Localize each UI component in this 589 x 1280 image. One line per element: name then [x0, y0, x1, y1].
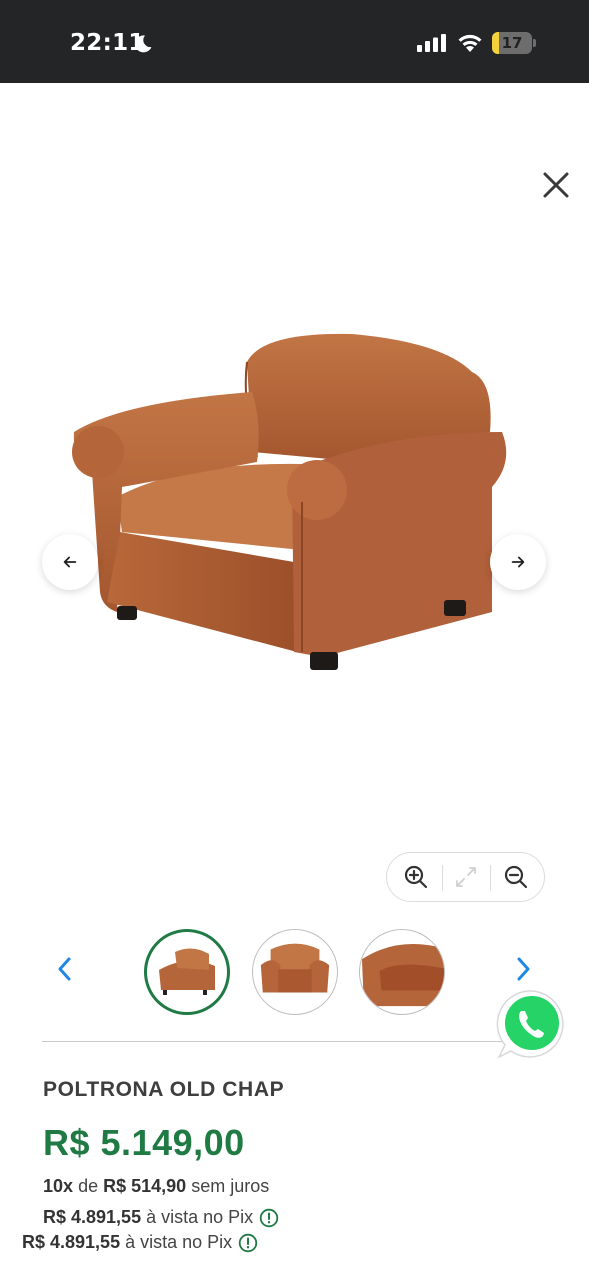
chevron-left-icon	[58, 957, 71, 981]
info-icon[interactable]	[238, 1233, 258, 1253]
arrow-right-icon	[511, 556, 525, 568]
whatsapp-icon	[496, 990, 564, 1059]
close-icon	[543, 172, 569, 198]
pix-label: à vista no Pix	[146, 1207, 254, 1227]
installments-of: de	[78, 1176, 99, 1196]
zoom-out-icon	[504, 865, 528, 889]
thumbnail-image	[361, 944, 444, 1007]
thumbnail-2[interactable]	[252, 929, 338, 1015]
next-image-button[interactable]	[490, 534, 546, 590]
pix-amount: R$ 4.891,55	[22, 1232, 121, 1252]
thumbnail-1[interactable]	[144, 929, 230, 1015]
product-price: R$ 5.149,00	[43, 1122, 245, 1163]
chevron-right-icon	[517, 957, 530, 981]
arrow-left-icon	[63, 556, 77, 568]
zoom-controls	[386, 852, 545, 902]
product-title: POLTRONA OLD CHAP	[43, 1078, 285, 1101]
status-bar: 22:11 17	[0, 0, 589, 83]
close-button[interactable]	[538, 167, 574, 203]
pix-amount: R$ 4.891,55	[43, 1207, 142, 1227]
fullscreen-button[interactable]	[441, 853, 491, 901]
installments-count: 10x	[43, 1176, 74, 1196]
thumbnails-next-button[interactable]	[512, 954, 536, 984]
signal-icon	[417, 34, 446, 52]
info-icon[interactable]	[259, 1208, 279, 1228]
zoom-in-icon	[404, 865, 428, 889]
thumbnail-image	[159, 948, 215, 995]
pix-label: à vista no Pix	[125, 1232, 233, 1252]
moon-icon	[135, 35, 152, 53]
installments-suffix: sem juros	[191, 1176, 270, 1196]
pix-price: R$ 4.891,55 à vista no Pix	[22, 1232, 258, 1253]
expand-icon	[456, 867, 476, 887]
divider	[42, 1041, 548, 1042]
installments-info: 10x de R$ 514,90 sem juros	[43, 1176, 269, 1197]
thumbnail-image	[260, 943, 330, 993]
zoom-in-button[interactable]	[391, 853, 441, 901]
battery-level: 17	[501, 34, 523, 52]
thumbnail-3[interactable]	[359, 929, 445, 1015]
thumbnails-prev-button[interactable]	[52, 954, 76, 984]
whatsapp-button[interactable]	[495, 987, 569, 1061]
product-image	[72, 333, 507, 670]
zoom-out-button[interactable]	[491, 853, 541, 901]
wifi-icon	[458, 34, 482, 52]
pix-price: R$ 4.891,55 à vista no Pix	[43, 1207, 279, 1228]
battery-icon: 17	[492, 32, 536, 54]
previous-image-button[interactable]	[42, 534, 98, 590]
installments-amount: R$ 514,90	[103, 1176, 187, 1196]
